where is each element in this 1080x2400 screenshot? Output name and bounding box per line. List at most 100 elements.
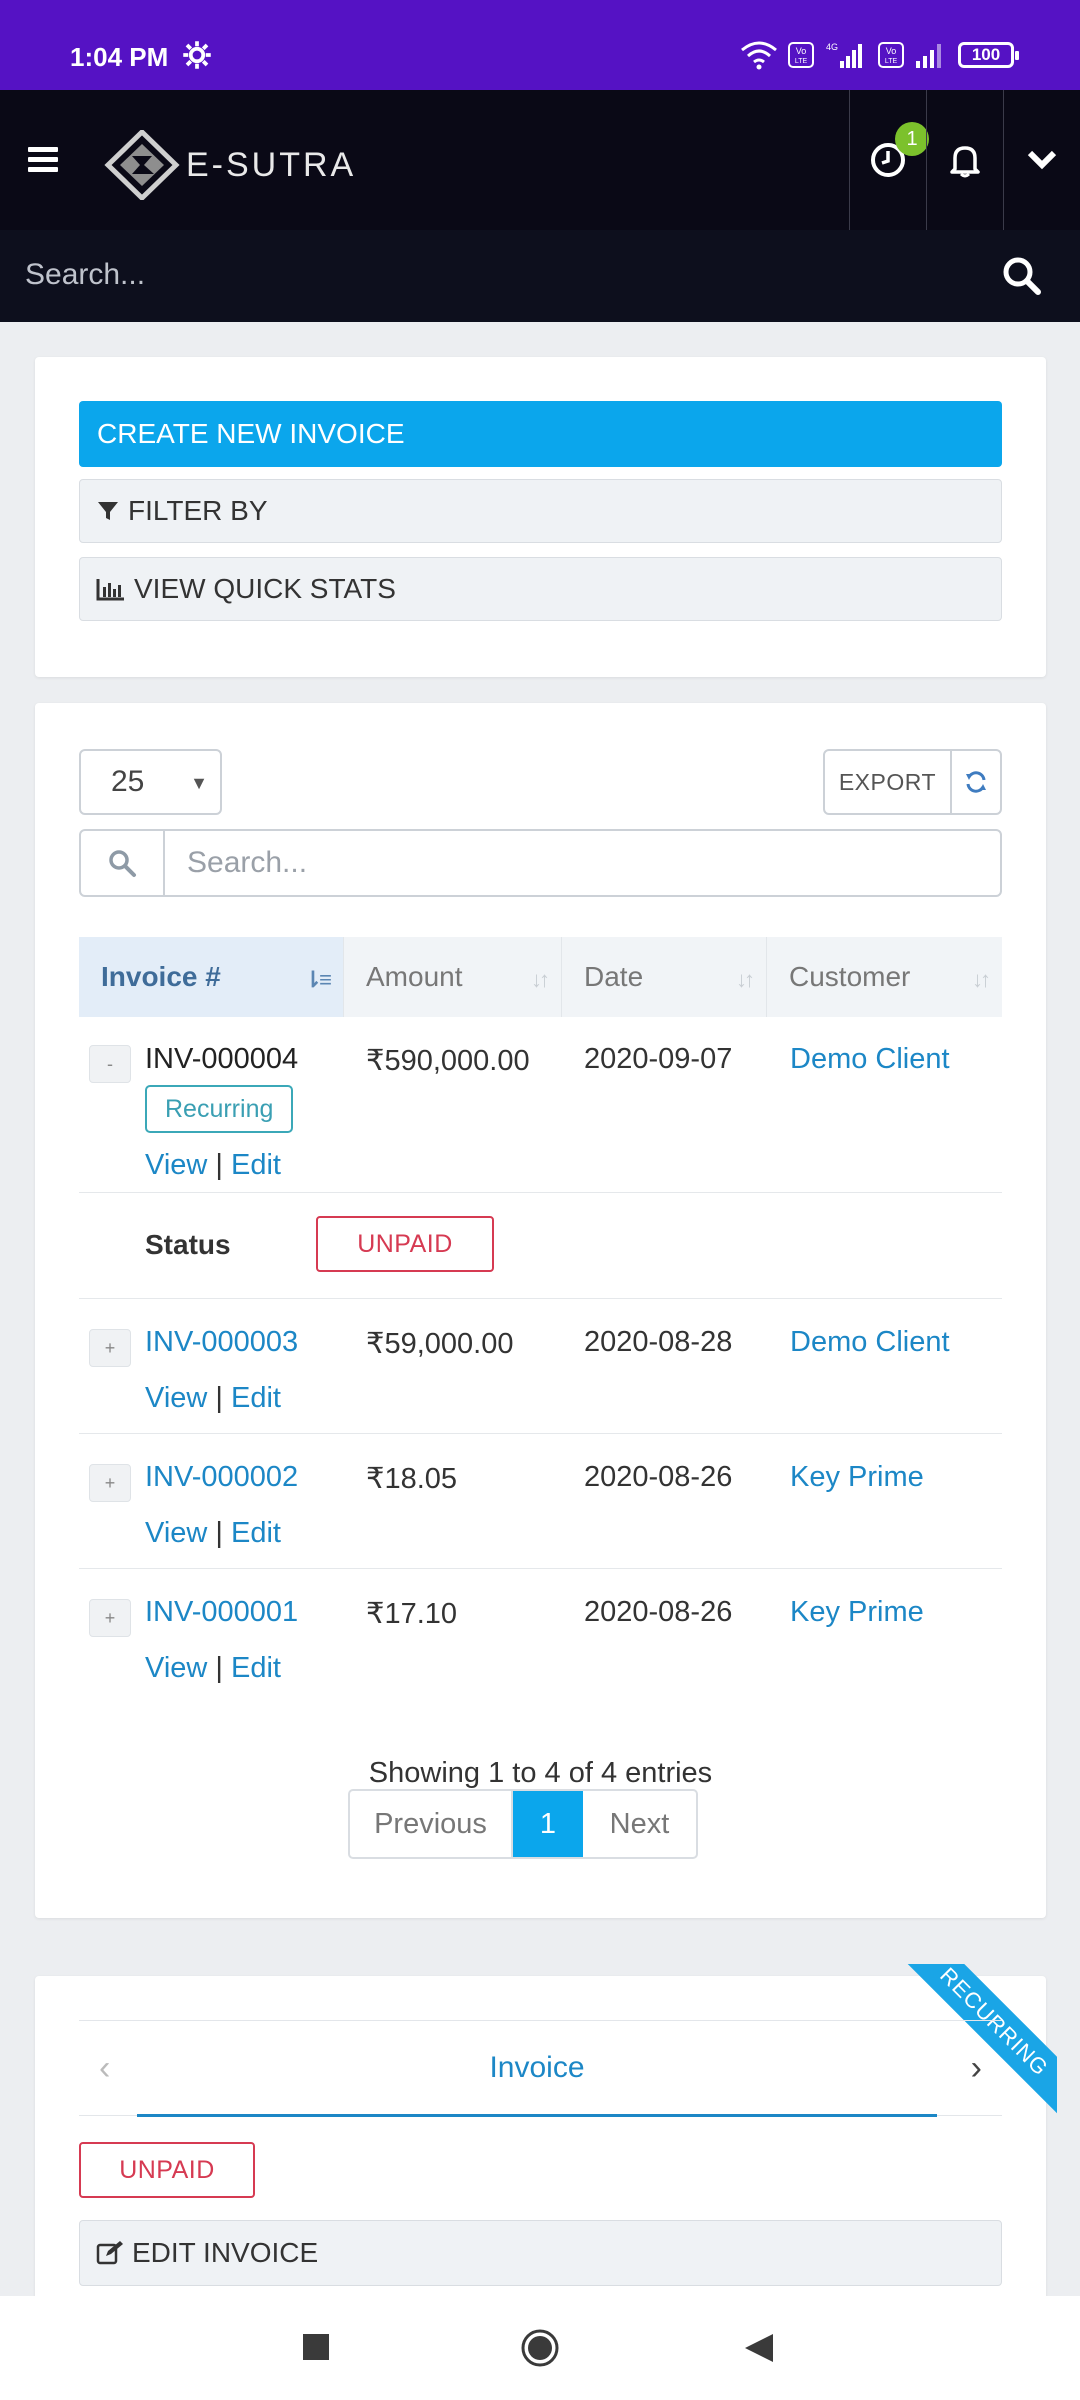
refresh-button[interactable] — [952, 751, 1000, 813]
search-icon — [109, 850, 136, 877]
column-amount[interactable]: Amount ↓↑ — [344, 937, 562, 1017]
invoice-date: 2020-08-28 — [584, 1326, 733, 1358]
table-info: Showing 1 to 4 of 4 entries — [368, 1757, 713, 1789]
volte-icon: Vo LTE — [788, 42, 814, 68]
edit-link[interactable]: Edit — [231, 1517, 281, 1549]
table-row: + INV-000003 ₹59,000.00 2020-08-28 Demo … — [79, 1299, 1002, 1434]
column-label: Invoice # — [101, 961, 221, 992]
recents-square-icon[interactable] — [302, 2333, 330, 2361]
customer-link[interactable]: Demo Client — [790, 1326, 950, 1359]
global-search-bar[interactable]: Search... — [0, 230, 1080, 322]
user-dropdown-button[interactable] — [1003, 90, 1080, 230]
column-invoice-number[interactable]: Invoice # ⇂≡ — [79, 937, 344, 1017]
quick-stats-button[interactable]: VIEW QUICK STATS — [79, 557, 1002, 621]
status-badge: UNPAID — [316, 1216, 494, 1272]
edit-invoice-button[interactable]: EDIT INVOICE — [79, 2220, 1002, 2286]
next-page-button[interactable]: Next — [583, 1791, 696, 1857]
svg-text:Vo: Vo — [886, 46, 897, 56]
view-link[interactable]: View — [145, 1149, 207, 1181]
column-label: Date — [584, 961, 644, 992]
svg-text:4G: 4G — [826, 42, 838, 52]
row-actions: View | Edit — [145, 1652, 281, 1685]
edit-icon — [96, 2241, 123, 2265]
svg-text:LTE: LTE — [795, 58, 808, 65]
menu-hamburger-icon[interactable] — [28, 147, 58, 173]
settings-gear-icon — [183, 41, 211, 69]
table-header: Invoice # ⇂≡ Amount ↓↑ Date ↓↑ Customer ↓↑ — [79, 937, 1002, 1017]
row-expand-button[interactable]: + — [89, 1329, 131, 1367]
status-time: 1:04 PM — [70, 42, 169, 72]
svg-text:Vo: Vo — [796, 46, 807, 56]
edit-link[interactable]: Edit — [231, 1382, 281, 1414]
table-search-input[interactable]: Search... — [165, 831, 307, 895]
status-bar: 1:04 PM Vo LTE 4G Vo LTE 100 — [0, 0, 1080, 90]
separator: | — [215, 1382, 223, 1414]
edit-link[interactable]: Edit — [231, 1149, 281, 1181]
invoice-amount: ₹59,000.00 — [366, 1328, 514, 1360]
sort-icon: ↓↑ — [531, 967, 550, 992]
search-icon[interactable] — [1000, 254, 1044, 298]
app-header: E-SUTRA 1 — [0, 90, 1080, 230]
customer-link[interactable]: Key Prime — [790, 1596, 924, 1629]
sort-icon: ↓↑ — [736, 967, 755, 992]
tab-prev-chevron-icon[interactable]: ‹ — [99, 2049, 110, 2088]
column-customer[interactable]: Customer ↓↑ — [767, 937, 1002, 1017]
row-collapse-button[interactable]: - — [89, 1045, 131, 1083]
invoice-number-link[interactable]: INV-000002 — [145, 1461, 298, 1494]
row-expand-button[interactable]: + — [89, 1599, 131, 1637]
edit-link[interactable]: Edit — [231, 1652, 281, 1684]
edit-invoice-label: EDIT INVOICE — [132, 2237, 319, 2268]
home-circle-icon[interactable] — [520, 2328, 560, 2368]
tab-invoice[interactable]: Invoice — [137, 2021, 937, 2117]
row-actions: View | Edit — [145, 1517, 281, 1550]
row-actions: View | Edit — [145, 1149, 281, 1182]
separator: | — [215, 1149, 223, 1181]
separator: | — [215, 1517, 223, 1549]
actions-card: CREATE NEW INVOICE FILTER BY VIEW QUICK … — [35, 357, 1046, 677]
battery-icon: 100 — [958, 42, 1019, 68]
column-label: Amount — [366, 961, 463, 992]
global-search-input[interactable]: Search... — [25, 258, 145, 292]
filter-by-button[interactable]: FILTER BY — [79, 479, 1002, 543]
expanded-details-row: Status UNPAID — [79, 1193, 1002, 1299]
filter-icon — [98, 502, 118, 520]
invoice-number-link[interactable]: INV-000003 — [145, 1326, 298, 1359]
customer-link[interactable]: Key Prime — [790, 1461, 924, 1494]
esutra-logo-icon — [104, 130, 180, 200]
tab-next-chevron-icon[interactable]: › — [971, 2049, 982, 2088]
row-expand-button[interactable]: + — [89, 1464, 131, 1502]
notifications-button[interactable] — [926, 90, 1003, 230]
timer-button[interactable]: 1 — [849, 90, 929, 230]
table-search[interactable]: Search... — [79, 829, 1002, 897]
column-date[interactable]: Date ↓↑ — [562, 937, 767, 1017]
invoice-number-link[interactable]: INV-000001 — [145, 1596, 298, 1629]
table-search-icon-box — [81, 831, 165, 895]
timer-badge: 1 — [895, 122, 929, 156]
export-button[interactable]: EXPORT — [825, 751, 952, 813]
recurring-badge: Recurring — [145, 1085, 294, 1133]
back-triangle-icon[interactable] — [743, 2332, 775, 2364]
customer-link[interactable]: Demo Client — [790, 1043, 950, 1076]
brand-logo[interactable]: E-SUTRA — [104, 130, 356, 200]
caret-down-icon: ▼ — [190, 773, 208, 793]
create-invoice-button[interactable]: CREATE NEW INVOICE — [79, 401, 1002, 467]
invoice-date: 2020-08-26 — [584, 1596, 733, 1628]
previous-page-button[interactable]: Previous — [350, 1791, 513, 1857]
detail-tabs: ‹ Invoice › — [79, 2020, 1002, 2117]
invoice-number: INV-000004 — [145, 1043, 299, 1075]
bell-icon — [950, 146, 980, 178]
view-link[interactable]: View — [145, 1517, 207, 1549]
signal-icon — [916, 44, 941, 68]
view-link[interactable]: View — [145, 1652, 207, 1684]
column-label: Customer — [789, 961, 911, 992]
sort-desc-icon: ⇂≡ — [303, 967, 332, 992]
page-length-select[interactable]: 25 ▼ — [79, 749, 222, 815]
invoice-date: 2020-08-26 — [584, 1461, 733, 1493]
invoice-amount: ₹17.10 — [366, 1598, 458, 1630]
page-1-button[interactable]: 1 — [513, 1791, 583, 1857]
pagination: Previous 1 Next — [348, 1789, 698, 1859]
view-link[interactable]: View — [145, 1382, 207, 1414]
chevron-down-icon — [1027, 150, 1057, 170]
table-row: - INV-000004 ₹590,000.00 2020-09-07 Demo… — [79, 1017, 1002, 1193]
separator: | — [215, 1652, 223, 1684]
